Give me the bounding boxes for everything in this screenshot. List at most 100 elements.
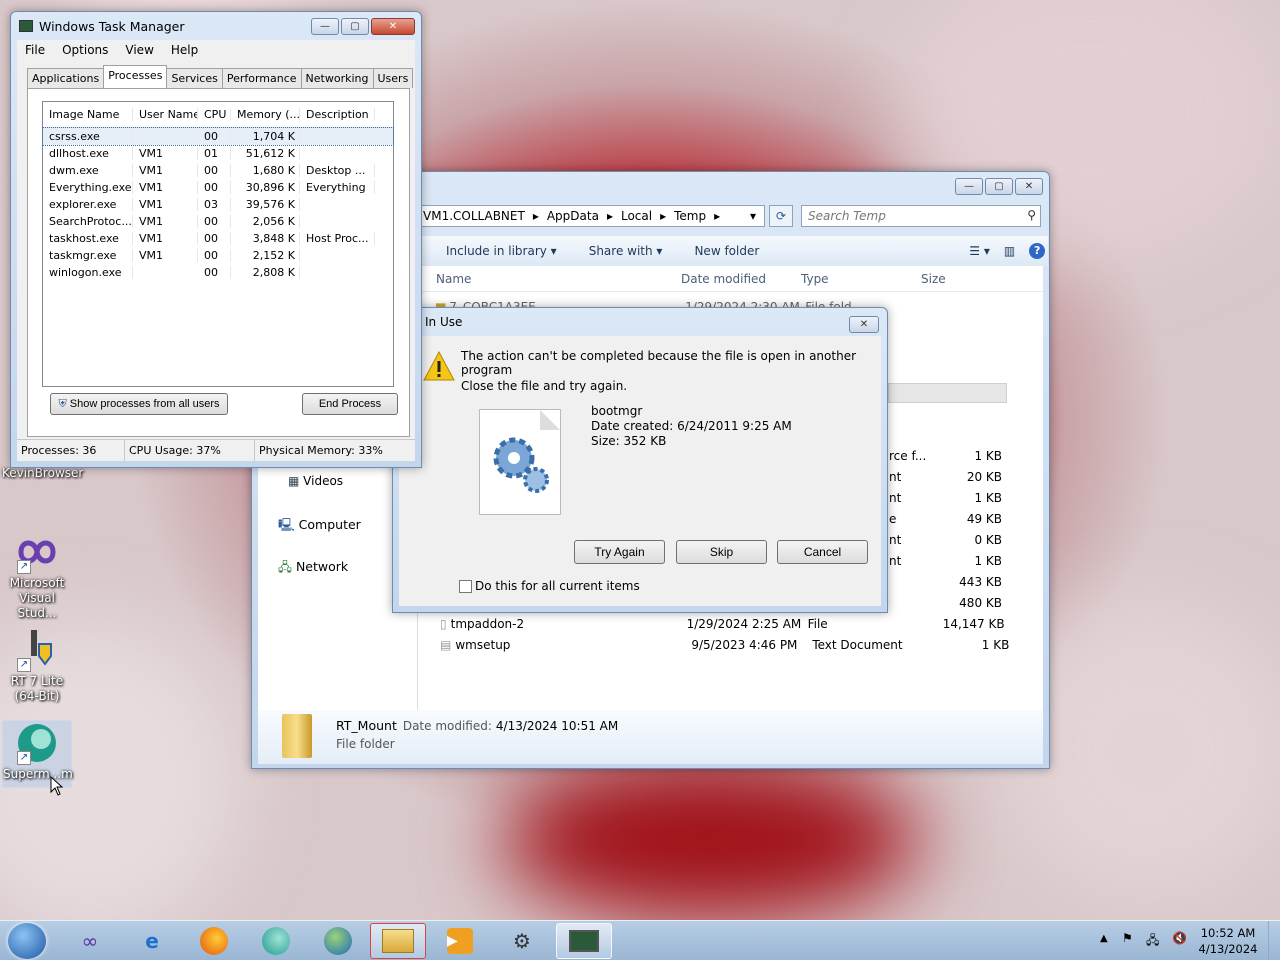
file-row[interactable]: ▤ wmsetup 9/5/2023 4:46 PM Text Document… — [418, 634, 1009, 655]
taskbar-rt7lite-icon[interactable]: ⚙ — [494, 923, 550, 959]
status-memory: Physical Memory: 33% — [259, 444, 383, 457]
tab-users[interactable]: Users — [372, 68, 414, 88]
tab-processes[interactable]: Processes — [103, 65, 168, 88]
taskbar-task-manager-icon[interactable] — [556, 923, 612, 959]
process-cell-cpu: 00 — [198, 130, 231, 143]
column-type[interactable]: Type — [795, 272, 915, 286]
search-input[interactable]: Search Temp ⚲ — [801, 205, 1041, 227]
nav-item-network[interactable]: 🖧 Network — [278, 558, 348, 579]
menu-view[interactable]: View — [125, 43, 153, 57]
folder-icon — [282, 714, 312, 758]
column-description[interactable]: Description — [300, 108, 375, 121]
dialog-file-created: Date created: 6/24/2011 9:25 AM — [591, 419, 792, 433]
menu-file[interactable]: File — [25, 43, 45, 57]
nav-item-computer[interactable]: 🖳 Computer — [278, 516, 361, 537]
process-cell-user: VM1 — [133, 198, 198, 211]
process-cell-name: dwm.exe — [43, 164, 133, 177]
network-tray-icon[interactable]: 🖧 — [1146, 931, 1159, 952]
details-pane: RT_Mount Date modified: 4/13/2024 10:51 … — [258, 710, 1043, 764]
in-use-dialog: In Use ✕ The action can't be completed b… — [392, 307, 888, 613]
include-in-library-button[interactable]: Include in library ▾ — [446, 244, 557, 258]
address-bar[interactable]: VM1.COLLABNET ▸ AppData ▸ Local ▸ Temp ▸ ▾ — [420, 205, 765, 227]
breadcrumb-item[interactable]: Local — [621, 209, 652, 223]
taskbar-supermium-icon[interactable] — [248, 923, 304, 959]
tab-applications[interactable]: Applications — [27, 68, 105, 88]
taskbar-visual-studio-icon[interactable]: ∞ — [62, 923, 118, 959]
close-button[interactable]: ✕ — [1015, 178, 1043, 195]
minimize-button[interactable]: — — [311, 18, 339, 35]
maximize-button[interactable]: ▢ — [985, 178, 1013, 195]
refresh-button[interactable]: ⟳ — [769, 205, 793, 227]
process-row[interactable]: taskhost.exe VM1 00 3,848 K Host Proc... — [43, 230, 393, 247]
clock[interactable]: 10:52 AM 4/13/2024 — [1196, 925, 1260, 957]
nav-item-videos[interactable]: ▦ Videos — [288, 474, 343, 488]
minimize-button[interactable]: — — [955, 178, 983, 195]
details-date-label: Date modified: — [402, 719, 492, 733]
taskbar-explorer-icon[interactable] — [370, 923, 426, 959]
cancel-button[interactable]: Cancel — [777, 540, 868, 564]
process-row[interactable]: taskmgr.exe VM1 00 2,152 K — [43, 247, 393, 264]
taskbar-media-player-icon[interactable]: ▶ — [432, 923, 488, 959]
taskbar-globe-icon[interactable] — [310, 923, 366, 959]
process-cell-cpu: 00 — [198, 215, 231, 228]
breadcrumb-item[interactable]: VM1.COLLABNET — [423, 209, 525, 223]
address-dropdown-icon[interactable]: ▾ — [750, 209, 756, 223]
process-row[interactable]: winlogon.exe 00 2,808 K — [43, 264, 393, 281]
do-for-all-checkbox[interactable] — [459, 580, 472, 593]
process-row[interactable]: csrss.exe 00 1,704 K — [42, 127, 394, 146]
desktop-icon-label: KevinBrowser — [2, 466, 84, 480]
breadcrumb-item[interactable]: Temp — [674, 209, 706, 223]
process-cell-user: VM1 — [133, 215, 198, 228]
action-center-flag-icon[interactable]: ⚑ — [1122, 931, 1133, 945]
menu-help[interactable]: Help — [171, 43, 198, 57]
process-cell-user: VM1 — [133, 232, 198, 245]
new-folder-button[interactable]: New folder — [694, 244, 759, 258]
try-again-button[interactable]: Try Again — [574, 540, 665, 564]
desktop-icon-visual-studio[interactable]: ↗ Microsoft Visual Stud... — [2, 530, 72, 621]
shortcut-arrow-icon: ↗ — [17, 658, 31, 672]
dialog-close-button[interactable]: ✕ — [849, 316, 879, 333]
dialog-file-name: bootmgr — [591, 404, 643, 418]
column-image-name[interactable]: Image Name — [43, 108, 133, 121]
process-row[interactable]: Everything.exe VM1 00 30,896 K Everything — [43, 179, 393, 196]
close-button[interactable]: ✕ — [371, 18, 415, 35]
skip-button[interactable]: Skip — [676, 540, 767, 564]
tab-networking[interactable]: Networking — [300, 68, 374, 88]
file-row[interactable]: ▯ tmpaddon-2 1/29/2024 2:25 AM File 14,1… — [418, 613, 1005, 634]
view-options-icon[interactable]: ☰ ▾ — [969, 244, 990, 258]
desktop-icon-kevinbrowser[interactable]: KevinBrowser — [2, 466, 84, 481]
column-date-modified[interactable]: Date modified — [675, 272, 795, 286]
size-column: 1 KB 20 KB 1 KB 49 KB 0 KB 1 KB 443 KB 480 KB — [959, 449, 1002, 610]
show-desktop-button[interactable] — [1268, 921, 1280, 960]
maximize-button[interactable]: ▢ — [341, 18, 369, 35]
tab-performance[interactable]: Performance — [221, 68, 302, 88]
process-row[interactable]: SearchProtoc... VM1 00 2,056 K — [43, 213, 393, 230]
preview-pane-icon[interactable]: ▥ — [1004, 244, 1015, 258]
desktop-icon-rt7lite[interactable]: ↗ RT 7 Lite (64-Bit) — [2, 628, 72, 704]
column-cpu[interactable]: CPU — [198, 108, 231, 121]
column-user-name[interactable]: User Name — [133, 108, 198, 121]
menu-options[interactable]: Options — [62, 43, 108, 57]
details-name: RT_Mount — [336, 718, 397, 733]
start-button[interactable] — [8, 923, 46, 959]
volume-muted-icon[interactable]: 🔇 — [1172, 931, 1187, 945]
column-memory[interactable]: Memory (... — [231, 108, 300, 121]
process-row[interactable]: explorer.exe VM1 03 39,576 K — [43, 196, 393, 213]
process-list[interactable]: Image Name User Name CPU Memory (... Des… — [42, 101, 394, 387]
share-with-button[interactable]: Share with ▾ — [589, 244, 663, 258]
breadcrumb-item[interactable]: AppData — [547, 209, 599, 223]
column-size[interactable]: Size — [915, 272, 995, 286]
taskbar-firefox-icon[interactable] — [186, 923, 242, 959]
help-icon[interactable]: ? — [1029, 243, 1046, 259]
dialog-message: The action can't be completed because th… — [461, 349, 857, 377]
tab-services[interactable]: Services — [166, 68, 223, 88]
column-name[interactable]: Name — [418, 272, 675, 286]
task-manager-window: Windows Task Manager — ▢ ✕ File Options … — [10, 11, 422, 468]
process-row[interactable]: dllhost.exe VM1 01 51,612 K — [43, 145, 393, 162]
taskbar-internet-explorer-icon[interactable]: e — [124, 923, 180, 959]
process-row[interactable]: dwm.exe VM1 00 1,680 K Desktop ... — [43, 162, 393, 179]
show-all-processes-button[interactable]: ⛨ Show processes from all users — [50, 393, 228, 415]
show-hidden-icons-button[interactable]: ▲ — [1100, 933, 1108, 944]
end-process-button[interactable]: End Process — [302, 393, 398, 415]
partial-type-column: rce f... nt nt e nt nt — [889, 449, 927, 568]
